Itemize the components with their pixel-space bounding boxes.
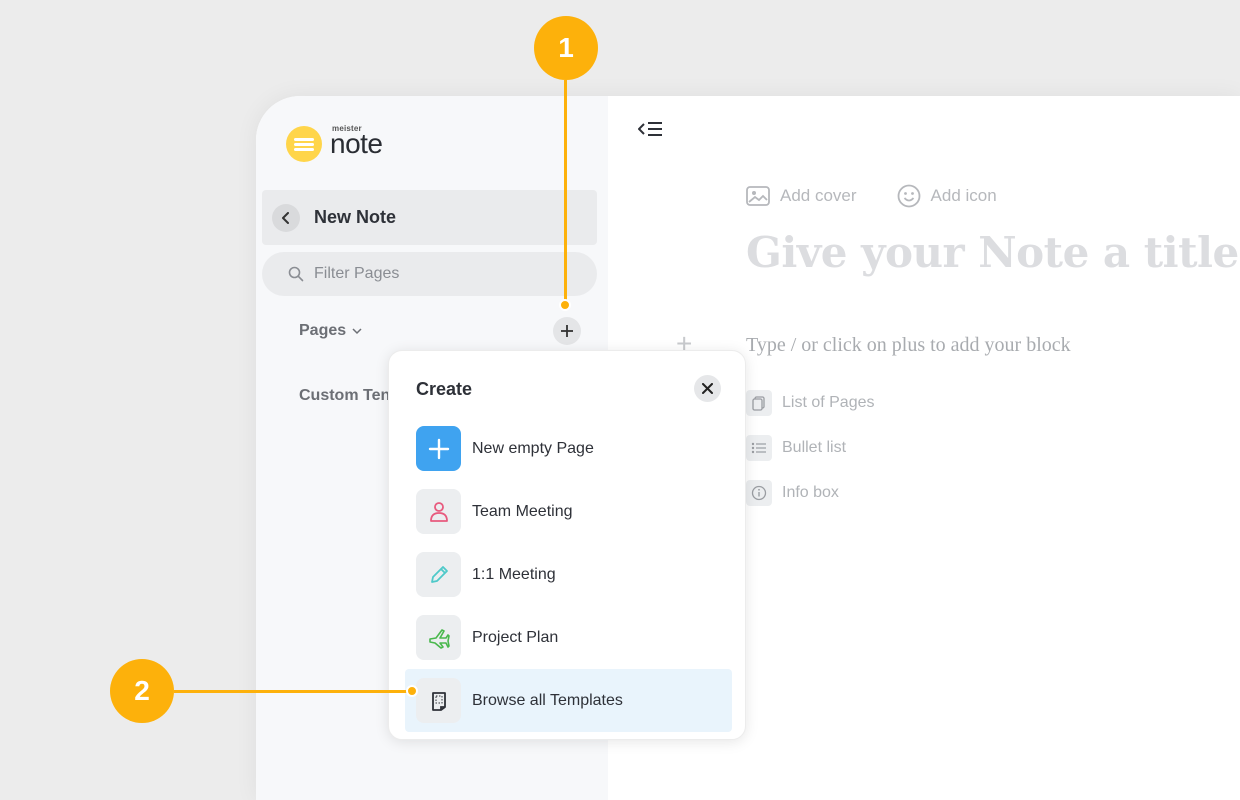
close-icon bbox=[702, 383, 713, 394]
option-label: Browse all Templates bbox=[472, 691, 623, 709]
option-label: Project Plan bbox=[472, 628, 559, 646]
create-team-meeting[interactable]: Team Meeting bbox=[405, 480, 732, 543]
create-new-empty-page[interactable]: New empty Page bbox=[405, 417, 732, 480]
image-icon bbox=[746, 186, 770, 206]
add-cover-button[interactable]: Add cover bbox=[746, 185, 857, 207]
create-options-list: New empty Page Team Meeting 1:1 Meeting … bbox=[405, 417, 732, 732]
plus-icon bbox=[416, 426, 461, 471]
option-label: Team Meeting bbox=[472, 502, 573, 520]
create-one-on-one-meeting[interactable]: 1:1 Meeting bbox=[405, 543, 732, 606]
logo-small-text: meister bbox=[332, 124, 362, 133]
collapse-sidebar-icon[interactable] bbox=[638, 120, 664, 140]
create-project-plan[interactable]: Project Plan bbox=[405, 606, 732, 669]
block-item-list-of-pages[interactable]: List of Pages bbox=[746, 380, 875, 425]
search-icon bbox=[288, 266, 304, 282]
add-cover-label: Add cover bbox=[780, 186, 857, 205]
browse-all-templates[interactable]: Browse all Templates bbox=[405, 669, 732, 732]
pages-section-header[interactable]: Pages bbox=[299, 317, 581, 345]
block-item-info-box[interactable]: Info box bbox=[746, 470, 875, 515]
custom-templates-label[interactable]: Custom Ten bbox=[299, 387, 390, 405]
info-icon bbox=[746, 479, 772, 506]
add-icon-label: Add icon bbox=[930, 186, 997, 205]
note-header: New Note bbox=[262, 190, 597, 245]
logo-big-text: note bbox=[330, 128, 383, 159]
block-suggestions: List of Pages Bullet list Info box bbox=[746, 380, 875, 515]
filter-pages-input[interactable]: Filter Pages bbox=[262, 252, 597, 296]
plus-icon bbox=[561, 325, 573, 337]
add-icon-button[interactable]: Add icon bbox=[897, 184, 997, 208]
block-label: Bullet list bbox=[782, 438, 847, 456]
pencil-icon bbox=[416, 552, 461, 597]
block-input[interactable]: Type / or click on plus to add your bloc… bbox=[746, 334, 1071, 357]
add-page-button[interactable] bbox=[553, 317, 581, 345]
filter-placeholder: Filter Pages bbox=[314, 265, 400, 282]
callout-1-badge: 1 bbox=[534, 16, 598, 80]
logo: meister note bbox=[286, 124, 383, 164]
block-label: List of Pages bbox=[782, 393, 875, 411]
option-label: New empty Page bbox=[472, 439, 594, 457]
popup-title: Create bbox=[416, 379, 473, 399]
block-label: Info box bbox=[782, 483, 839, 501]
note-title-input[interactable]: Give your Note a title bbox=[746, 228, 1239, 277]
plane-icon bbox=[416, 615, 461, 660]
chevron-down-icon bbox=[352, 327, 362, 334]
back-button[interactable] bbox=[272, 203, 300, 232]
bullet-list-icon bbox=[746, 434, 772, 461]
callout-2-line bbox=[174, 690, 414, 693]
logo-icon bbox=[286, 126, 322, 162]
callout-2-dot bbox=[406, 685, 418, 697]
cover-actions: Add cover Add icon bbox=[746, 184, 1037, 208]
close-button[interactable] bbox=[694, 375, 721, 402]
pages-label: Pages bbox=[299, 322, 347, 339]
chevron-left-icon bbox=[282, 211, 289, 224]
callout-1-line bbox=[564, 80, 567, 305]
person-icon bbox=[416, 489, 461, 534]
note-title: New Note bbox=[314, 207, 397, 227]
templates-icon bbox=[416, 678, 461, 723]
option-label: 1:1 Meeting bbox=[472, 565, 556, 583]
smiley-icon bbox=[897, 184, 920, 208]
pages-icon bbox=[746, 389, 772, 416]
block-item-bullet-list[interactable]: Bullet list bbox=[746, 425, 875, 470]
callout-2-badge: 2 bbox=[110, 659, 174, 723]
create-popup: Create New empty Page Team Meeting 1:1 M… bbox=[388, 350, 746, 740]
callout-1-dot bbox=[559, 299, 571, 311]
